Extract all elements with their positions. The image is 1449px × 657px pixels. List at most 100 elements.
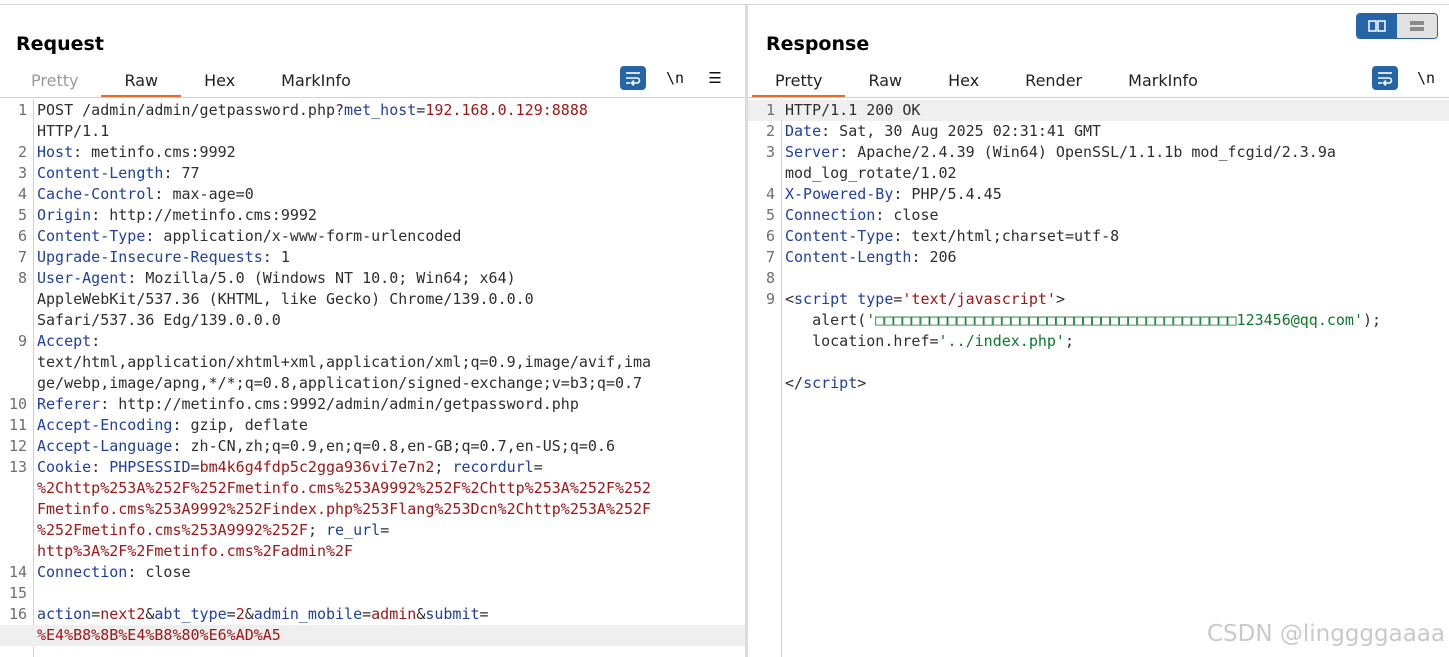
code-token: Referer bbox=[37, 395, 101, 413]
line-number: 6 bbox=[765, 227, 775, 245]
request-tab-raw[interactable]: Raw bbox=[101, 69, 182, 98]
code-token: re_url bbox=[326, 521, 381, 539]
code-line: 9 <script type='text/javascript'> bbox=[748, 289, 1449, 310]
line-number: 14 bbox=[8, 563, 27, 581]
code-line: </script> bbox=[748, 373, 1449, 394]
code-token: : metinfo.cms:9992 bbox=[73, 143, 236, 161]
code-token: = bbox=[362, 605, 372, 623]
code-token: : http://metinfo.cms:9992/admin/admin/ge… bbox=[100, 395, 579, 413]
request-tab-divider bbox=[0, 97, 745, 98]
request-menu-button[interactable]: ☰ bbox=[702, 66, 728, 90]
code-line: %2Chttp%253A%252F%252Fmetinfo.cms%253A99… bbox=[0, 478, 745, 499]
line-text: Cookie: PHPSESSID=bm4k6g4fdp5c2gga936vi7… bbox=[37, 457, 543, 478]
code-line: AppleWebKit/537.36 (KHTML, like Gecko) C… bbox=[0, 289, 745, 310]
line-text: Referer: http://metinfo.cms:9992/admin/a… bbox=[37, 394, 579, 415]
code-token: Accept-Encoding bbox=[37, 416, 173, 434]
code-token: : bbox=[91, 332, 101, 350]
code-line: 5 Origin: http://metinfo.cms:9992 bbox=[0, 205, 745, 226]
code-token: = bbox=[380, 521, 390, 539]
code-line: 9 Accept: bbox=[0, 331, 745, 352]
line-number: 2 bbox=[17, 143, 27, 161]
watermark: CSDN @linggggaaaa bbox=[1206, 621, 1445, 647]
code-token: text/html,application/xhtml+xml,applicat… bbox=[37, 353, 652, 371]
line-text: Content-Type: application/x-www-form-url… bbox=[37, 226, 461, 247]
response-tab-render[interactable]: Render bbox=[1002, 69, 1105, 95]
line-number: 4 bbox=[17, 185, 27, 203]
stacked-layout-button[interactable] bbox=[1397, 14, 1437, 38]
response-show-newlines-button[interactable]: \n bbox=[1413, 66, 1439, 90]
code-token: script bbox=[803, 374, 858, 392]
code-token: '□□□□□□□□□□□□□□□□□□□□□□□□□□□□□□□□□□□□□□□… bbox=[866, 311, 1363, 329]
code-token: = bbox=[190, 458, 200, 476]
menu-icon: ☰ bbox=[708, 69, 722, 87]
line-number: 9 bbox=[765, 290, 775, 308]
request-tab-pretty[interactable]: Pretty bbox=[8, 69, 101, 95]
line-text: %E4%B8%8B%E4%B8%80%E6%AD%A5 bbox=[37, 625, 281, 646]
code-line: mod_log_rotate/1.02 bbox=[748, 163, 1449, 184]
line-number: 7 bbox=[765, 248, 775, 266]
code-line: ge/webp,image/apng,*/*;q=0.8,application… bbox=[0, 373, 745, 394]
response-tab-markinfo[interactable]: MarkInfo bbox=[1105, 69, 1221, 95]
code-token: Connection bbox=[785, 206, 876, 224]
line-text: %2Chttp%253A%252F%252Fmetinfo.cms%253A99… bbox=[37, 478, 651, 499]
columns-icon bbox=[1368, 20, 1386, 32]
rows-icon bbox=[1410, 21, 1424, 31]
code-token: : Sat, 30 Aug 2025 02:31:41 GMT bbox=[821, 122, 1102, 140]
line-text: Upgrade-Insecure-Requests: 1 bbox=[37, 247, 290, 268]
layout-toggle bbox=[1356, 13, 1438, 39]
code-token: & bbox=[244, 605, 254, 623]
code-token: ; bbox=[434, 458, 453, 476]
response-editor[interactable]: 1 HTTP/1.1 200 OK 2 Date: Sat, 30 Aug 2025 … bbox=[748, 99, 1449, 657]
response-word-wrap-button[interactable] bbox=[1372, 66, 1398, 90]
word-wrap-icon bbox=[1378, 72, 1393, 86]
request-show-newlines-button[interactable]: \n bbox=[662, 66, 688, 90]
request-title: Request bbox=[16, 33, 104, 55]
code-token: User-Agent bbox=[37, 269, 128, 287]
line-text: </script> bbox=[785, 373, 866, 394]
response-pane: Response Pretty Raw Hex Render MarkInfo \n 1… bbox=[748, 5, 1449, 657]
code-line: 4 Cache-Control: max-age=0 bbox=[0, 184, 745, 205]
request-tabs: Pretty Raw Hex MarkInfo bbox=[8, 69, 374, 98]
code-token: 2 bbox=[235, 605, 245, 623]
request-tab-markinfo[interactable]: MarkInfo bbox=[258, 69, 374, 95]
line-number: 15 bbox=[8, 584, 27, 602]
response-tab-divider bbox=[748, 97, 1449, 98]
code-token: : text/html;charset=utf-8 bbox=[893, 227, 1120, 245]
code-line: 14 Connection: close bbox=[0, 562, 745, 583]
response-tab-pretty[interactable]: Pretty bbox=[752, 69, 846, 98]
code-line: 1 POST /admin/admin/getpassword.php?met_h… bbox=[0, 100, 745, 121]
code-line: 6 Content-Type: text/html;charset=utf-8 bbox=[748, 226, 1449, 247]
code-token: : 1 bbox=[262, 248, 290, 266]
request-word-wrap-button[interactable] bbox=[620, 66, 646, 90]
line-text: alert('□□□□□□□□□□□□□□□□□□□□□□□□□□□□□□□□□… bbox=[785, 310, 1381, 331]
line-number: 8 bbox=[765, 269, 775, 287]
code-token: : close bbox=[127, 563, 191, 581]
code-token: : max-age=0 bbox=[154, 185, 254, 203]
code-token: </ bbox=[785, 374, 804, 392]
line-text: %252Fmetinfo.cms%253A9992%252F; re_url= bbox=[37, 520, 389, 541]
code-line: Fmetinfo.cms%253A9992%252Findex.php%253F… bbox=[0, 499, 745, 520]
line-text: Content-Type: text/html;charset=utf-8 bbox=[785, 226, 1119, 247]
response-tab-hex[interactable]: Hex bbox=[925, 69, 1002, 95]
response-tab-raw[interactable]: Raw bbox=[845, 69, 925, 95]
code-token: : 206 bbox=[911, 248, 957, 266]
line-text: HTTP/1.1 bbox=[37, 121, 109, 142]
line-text: <script type='text/javascript'> bbox=[785, 289, 1065, 310]
code-token: Accept-Language bbox=[37, 437, 173, 455]
request-code[interactable]: 1 POST /admin/admin/getpassword.php?met_h… bbox=[0, 100, 745, 646]
code-token: & bbox=[416, 605, 426, 623]
code-token: Upgrade-Insecure-Requests bbox=[37, 248, 263, 266]
code-token: Content-Type bbox=[37, 227, 146, 245]
code-token: : Mozilla/5.0 (Windows NT 10.0; Win64; x… bbox=[127, 269, 516, 287]
code-line: 15 bbox=[0, 583, 745, 604]
response-code[interactable]: 1 HTTP/1.1 200 OK 2 Date: Sat, 30 Aug 2025 … bbox=[748, 100, 1449, 394]
code-token: : PHP/5.4.45 bbox=[893, 185, 1002, 203]
code-line: 6 Content-Type: application/x-www-form-ur… bbox=[0, 226, 745, 247]
side-by-side-layout-button[interactable] bbox=[1357, 14, 1397, 38]
request-tab-hex[interactable]: Hex bbox=[181, 69, 258, 95]
line-number: 16 bbox=[8, 605, 27, 623]
line-text: Date: Sat, 30 Aug 2025 02:31:41 GMT bbox=[785, 121, 1101, 142]
request-editor[interactable]: 1 POST /admin/admin/getpassword.php?met_h… bbox=[0, 99, 745, 657]
